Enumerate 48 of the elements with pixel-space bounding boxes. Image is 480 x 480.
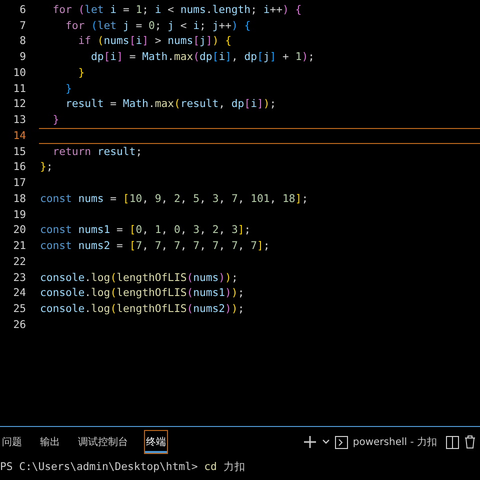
code-line: for (let j = 0; j < i; j++) { (64, 20, 251, 32)
line-number: 19 (12, 208, 26, 221)
code-line: } (77, 66, 85, 79)
code-line: console.log(lengthOfLIS(nums)); (40, 272, 238, 284)
line-number: 14 (12, 130, 26, 142)
code-line: const nums1 = [0, 1, 0, 3, 2, 3]; (40, 224, 251, 236)
line-number: 22 (12, 256, 26, 268)
line-number: 9 (18, 51, 26, 64)
line-number: 24 (12, 287, 26, 300)
line-number: 26 (12, 318, 26, 331)
line-number: 16 (12, 161, 26, 174)
line-number: 13 (12, 114, 26, 126)
line-number: 18 (12, 192, 26, 205)
panel-tab[interactable]: 调试控制台 (76, 430, 130, 454)
panel-tab[interactable]: 终端 (144, 430, 168, 454)
line-number: 12 (12, 98, 26, 110)
plus-icon[interactable] (302, 435, 317, 449)
terminal-line: PS C:\Users\admin\Desktop\html> cd 力扣 (0, 460, 246, 474)
line-number: 25 (12, 303, 26, 316)
line-number: 23 (12, 272, 26, 284)
line-number: 10 (12, 66, 26, 79)
panel-tab[interactable]: 输出 (38, 430, 62, 454)
code-line: result = Math.max(result, dp[i]); (64, 98, 276, 110)
trash-icon[interactable] (464, 435, 476, 449)
code-line: } (52, 114, 60, 126)
code-line: const nums2 = [7, 7, 7, 7, 7, 7, 7]; (40, 240, 270, 252)
line-number: 7 (18, 20, 26, 32)
code-line: return result; (52, 146, 142, 158)
code-line: } (64, 82, 72, 95)
code-line: console.log(lengthOfLIS(nums2)); (40, 303, 244, 316)
line-number: 11 (12, 82, 26, 95)
line-number: 15 (12, 146, 26, 158)
code-line: console.log(lengthOfLIS(nums1)); (40, 287, 244, 300)
code-line: for (let i = 1; i < nums.length; i++) { (52, 4, 302, 16)
terminal-icon (334, 436, 348, 448)
code-line: dp[i] = Math.max(dp[i], dp[j] + 1); (90, 51, 314, 64)
panel-tab[interactable]: 问题 (0, 430, 24, 454)
code-line: const nums = [10, 9, 2, 5, 3, 7, 101, 18]; (40, 192, 308, 205)
code-line: if (nums[i] > nums[j]) { (77, 35, 232, 48)
terminal-name[interactable]: powershell - 力扣 (352, 435, 437, 449)
line-number: 20 (12, 224, 26, 236)
line-number: 8 (18, 35, 26, 48)
line-number: 17 (12, 177, 26, 190)
code-line: }; (40, 161, 53, 174)
line-number: 6 (18, 4, 26, 16)
chevron-down-icon[interactable] (322, 439, 330, 445)
line-number: 21 (12, 240, 26, 252)
split-icon[interactable] (446, 436, 459, 448)
